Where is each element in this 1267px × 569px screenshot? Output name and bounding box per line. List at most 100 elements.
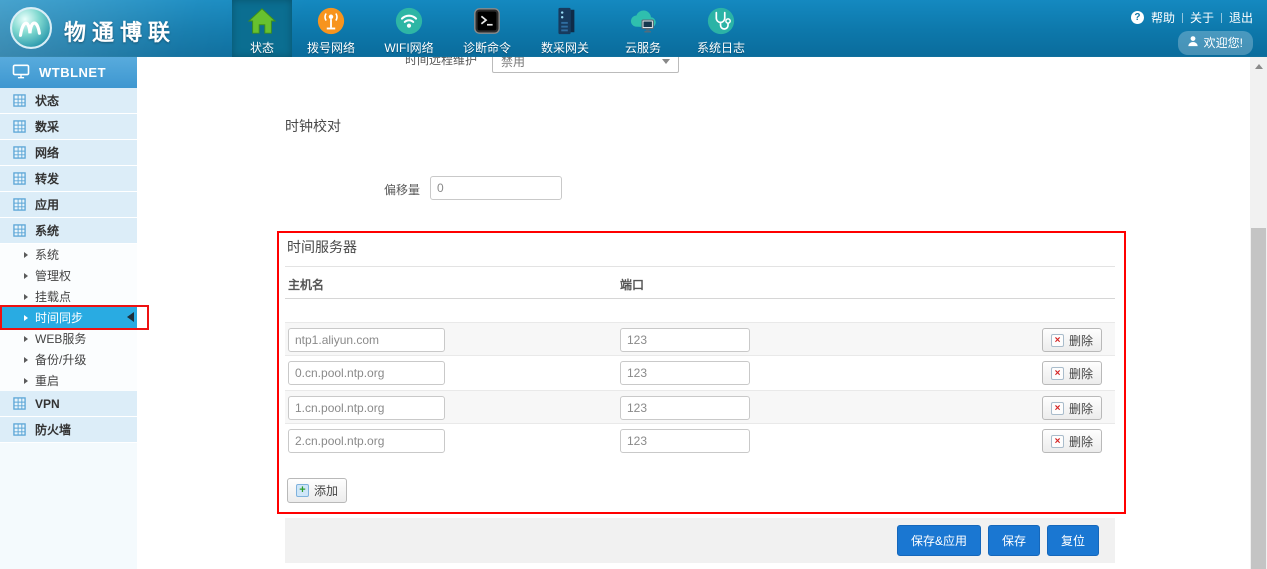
nav-wifi-network[interactable]: WIFI网络 — [370, 0, 448, 57]
chevron-down-icon — [662, 59, 670, 64]
sidebar-item-status[interactable]: 状态 — [0, 88, 137, 114]
gateway-icon — [550, 4, 580, 37]
wifi-icon — [394, 4, 424, 37]
sidebar-item-label: 网络 — [35, 144, 59, 161]
host-input[interactable] — [288, 328, 445, 352]
add-label: 添加 — [314, 482, 338, 499]
nav-system-log[interactable]: 系统日志 — [682, 0, 760, 57]
top-nav: 状态 拨号网络 WIFI网络 诊断命令 — [232, 0, 760, 57]
table-row: × 删除 — [285, 322, 1115, 356]
sidebar-item-label: 应用 — [35, 196, 59, 213]
grid-icon — [13, 172, 26, 185]
grid-icon — [13, 224, 26, 237]
system-log-icon — [706, 4, 736, 37]
port-input[interactable] — [620, 361, 750, 385]
clock-section-title: 时钟校对 — [285, 116, 341, 136]
brand-logo-icon — [10, 7, 52, 54]
nav-label: WIFI网络 — [384, 39, 433, 56]
help-icon: ? — [1131, 11, 1144, 24]
scrollbar-thumb[interactable] — [1251, 228, 1266, 569]
host-input[interactable] — [288, 396, 445, 420]
save-button[interactable]: 保存 — [988, 525, 1040, 556]
help-link[interactable]: 帮助 — [1151, 9, 1175, 26]
delete-icon: × — [1051, 402, 1064, 415]
sidebar: WTBLNET 状态 数采 网络 转发 应用 系统 系统 — [0, 57, 137, 569]
grid-icon — [13, 120, 26, 133]
sidebar-item-system[interactable]: 系统 — [0, 218, 137, 244]
sidebar-item-network[interactable]: 网络 — [0, 140, 137, 166]
sidebar-subitem-label: 系统 — [35, 246, 59, 263]
welcome-text: 欢迎您! — [1204, 34, 1243, 51]
nav-label: 系统日志 — [697, 39, 745, 56]
delete-label: 删除 — [1069, 433, 1093, 450]
bullet-triangle-icon — [24, 336, 28, 342]
host-input[interactable] — [288, 361, 445, 385]
logout-link[interactable]: 退出 — [1229, 9, 1253, 26]
sidebar-subitem-label: 备份/升级 — [35, 351, 86, 368]
sidebar-subitem-label: 时间同步 — [35, 309, 83, 326]
port-input[interactable] — [620, 396, 750, 420]
sidebar-subitem-time-sync[interactable]: 时间同步 — [0, 307, 137, 328]
delete-label: 删除 — [1069, 400, 1093, 417]
sidebar-subitem-mountpoint[interactable]: 挂载点 — [0, 286, 137, 307]
table-row: × 删除 — [285, 390, 1115, 424]
home-icon — [247, 4, 277, 37]
nav-label: 状态 — [250, 39, 274, 56]
sidebar-item-data-collect[interactable]: 数采 — [0, 114, 137, 140]
sidebar-subitem-system[interactable]: 系统 — [0, 244, 137, 265]
grid-icon — [13, 94, 26, 107]
delete-button[interactable]: × 删除 — [1042, 429, 1102, 453]
sidebar-title: WTBLNET — [39, 65, 106, 80]
terminal-icon — [472, 4, 502, 37]
offset-input[interactable] — [430, 176, 562, 200]
cloud-service-icon — [627, 4, 659, 37]
nav-label: 数采网关 — [541, 39, 589, 56]
bullet-triangle-icon — [24, 252, 28, 258]
delete-label: 删除 — [1069, 365, 1093, 382]
save-apply-button[interactable]: 保存&应用 — [897, 525, 981, 556]
grid-icon — [13, 397, 26, 410]
about-link[interactable]: 关于 — [1190, 9, 1214, 26]
sidebar-subitem-label: 挂载点 — [35, 288, 71, 305]
table-row: × 删除 — [285, 356, 1115, 390]
table-header: 主机名 端口 — [285, 266, 1115, 299]
welcome-badge[interactable]: 欢迎您! — [1178, 31, 1253, 55]
nav-label: 诊断命令 — [463, 39, 511, 56]
sidebar-header: WTBLNET — [0, 57, 137, 88]
add-button[interactable]: + 添加 — [287, 478, 347, 503]
delete-button[interactable]: × 删除 — [1042, 328, 1102, 352]
sidebar-item-label: 转发 — [35, 170, 59, 187]
sidebar-subitem-admin[interactable]: 管理权 — [0, 265, 137, 286]
nav-status[interactable]: 状态 — [232, 0, 292, 57]
add-icon: + — [296, 484, 309, 497]
port-input[interactable] — [620, 429, 750, 453]
nav-dial-network[interactable]: 拨号网络 — [292, 0, 370, 57]
grid-icon — [13, 198, 26, 211]
host-input[interactable] — [288, 429, 445, 453]
sidebar-item-forward[interactable]: 转发 — [0, 166, 137, 192]
sidebar-item-firewall[interactable]: 防火墙 — [0, 417, 137, 443]
sidebar-item-application[interactable]: 应用 — [0, 192, 137, 218]
delete-label: 删除 — [1069, 332, 1093, 349]
sidebar-item-label: 防火墙 — [35, 421, 71, 438]
sidebar-subitem-web-service[interactable]: WEB服务 — [0, 328, 137, 349]
nav-data-gateway[interactable]: 数采网关 — [526, 0, 604, 57]
sidebar-subitem-reboot[interactable]: 重启 — [0, 370, 137, 391]
delete-icon: × — [1051, 435, 1064, 448]
table-row: × 删除 — [285, 424, 1115, 458]
nav-diagnostic-command[interactable]: 诊断命令 — [448, 0, 526, 57]
port-input[interactable] — [620, 328, 750, 352]
bullet-triangle-icon — [24, 378, 28, 384]
sidebar-subitem-backup-upgrade[interactable]: 备份/升级 — [0, 349, 137, 370]
divider — [1221, 13, 1222, 23]
reset-button[interactable]: 复位 — [1047, 525, 1099, 556]
nav-label: 云服务 — [625, 39, 661, 56]
vertical-scrollbar[interactable] — [1250, 57, 1267, 569]
sidebar-item-vpn[interactable]: VPN — [0, 391, 137, 417]
delete-button[interactable]: × 删除 — [1042, 396, 1102, 420]
bullet-triangle-icon — [24, 357, 28, 363]
scroll-up-arrow-icon[interactable] — [1255, 64, 1263, 69]
delete-button[interactable]: × 删除 — [1042, 361, 1102, 385]
nav-cloud-service[interactable]: 云服务 — [604, 0, 682, 57]
sidebar-subitem-label: 管理权 — [35, 267, 71, 284]
